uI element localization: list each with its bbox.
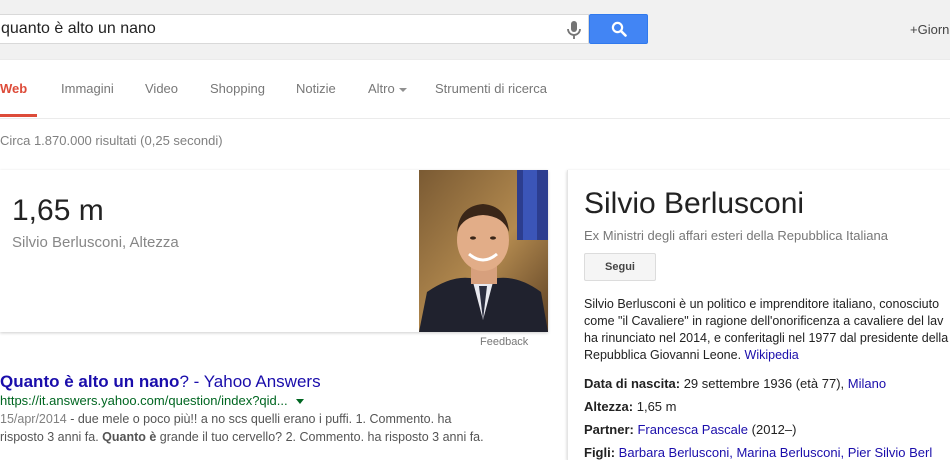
children-links[interactable]: Barbara Berlusconi, Marina Berlusconi, P… (619, 445, 933, 460)
fact-partner-label: Partner: (584, 422, 634, 437)
caret-down-icon[interactable] (295, 399, 304, 405)
knowledge-panel: Silvio Berlusconi Ex Ministri degli affa… (567, 170, 950, 460)
active-tab-indicator (0, 114, 37, 117)
kp-desc-line: come "il Cavaliere" in ragione dell'onor… (584, 314, 944, 328)
portrait-image[interactable] (419, 170, 548, 332)
answer-subject: Silvio Berlusconi, Altezza (12, 234, 179, 251)
tab-shopping[interactable]: Shopping (210, 81, 265, 96)
top-bar: +Giorn (0, 0, 950, 60)
answer-value: 1,65 m (12, 194, 104, 227)
tab-web[interactable]: Web (0, 81, 27, 96)
search-button[interactable] (589, 14, 648, 44)
tab-news[interactable]: Notizie (296, 81, 336, 96)
fact-partner-years: (2012–) (748, 422, 797, 437)
result-url-text: https://it.answers.yahoo.com/question/in… (0, 393, 288, 408)
tab-more-label: Altro (368, 81, 395, 96)
fact-partner: Partner: Francesca Pascale (2012–) (584, 422, 796, 437)
fact-height-value: 1,65 m (633, 399, 677, 414)
tab-more[interactable]: Altro (368, 81, 407, 96)
fact-height: Altezza: 1,65 m (584, 399, 676, 414)
fact-birth-label: Data di nascita: (584, 376, 681, 391)
result-snippet-line2b: grande il tuo cervello? 2. Commento. ha … (156, 430, 484, 444)
result-url: https://it.answers.yahoo.com/question/in… (0, 392, 540, 410)
fact-birth: Data di nascita: 29 settembre 1936 (età … (584, 376, 886, 391)
plus-profile-link[interactable]: +Giorn (910, 22, 949, 37)
kp-desc-line: Silvio Berlusconi è un politico e impren… (584, 297, 940, 311)
result-snippet-line1: - due mele o poco più!! a no scs quelli … (66, 412, 452, 426)
search-tabs: Web Immagini Video Shopping Notizie Altr… (0, 59, 950, 119)
search-result: Quanto è alto un nano? - Yahoo Answers h… (0, 372, 540, 446)
fact-birth-value: 29 settembre 1936 (età 77), (680, 376, 848, 391)
kp-description: Silvio Berlusconi è un politico e impren… (584, 296, 950, 364)
answer-card: 1,65 m Silvio Berlusconi, Altezza (0, 170, 548, 332)
kp-desc-line: ha rinunciato nel 2014, e conferitagli n… (584, 331, 949, 345)
fact-children-label: Figli: (584, 445, 616, 460)
kp-title: Silvio Berlusconi (584, 187, 805, 220)
result-title-bold: Quanto è alto un nano (0, 372, 180, 391)
search-box[interactable] (0, 14, 589, 44)
follow-button[interactable]: Segui (584, 253, 656, 281)
result-title-rest: ? - Yahoo Answers (179, 372, 321, 391)
feedback-link[interactable]: Feedback (480, 336, 528, 348)
result-snippet: 15/apr/2014 - due mele o poco più!! a no… (0, 410, 540, 446)
tab-video[interactable]: Video (145, 81, 178, 96)
microphone-icon[interactable] (565, 20, 583, 40)
result-date: 15/apr/2014 (0, 412, 67, 426)
chevron-down-icon (398, 87, 407, 92)
result-snippet-bold: Quanto è (102, 430, 157, 444)
fact-children: Figli: Barbara Berlusconi, Marina Berlus… (584, 445, 932, 460)
kp-desc-line-last: Repubblica Giovanni Leone. Wikipedia (584, 347, 950, 364)
tab-search-tools[interactable]: Strumenti di ricerca (435, 81, 547, 96)
partner-link[interactable]: Francesca Pascale (637, 422, 748, 437)
birth-place-link[interactable]: Milano (848, 376, 886, 391)
wikipedia-link[interactable]: Wikipedia (745, 348, 799, 362)
kp-desc-line: Repubblica Giovanni Leone. (584, 348, 745, 362)
fact-height-label: Altezza: (584, 399, 634, 414)
result-title-link[interactable]: Quanto è alto un nano? - Yahoo Answers (0, 372, 540, 392)
search-input[interactable] (0, 15, 541, 43)
tab-images[interactable]: Immagini (61, 81, 114, 96)
kp-subtitle: Ex Ministri degli affari esteri della Re… (584, 228, 888, 243)
result-stats: Circa 1.870.000 risultati (0,25 secondi) (0, 133, 223, 148)
result-snippet-line2a: risposto 3 anni fa. (0, 430, 103, 444)
